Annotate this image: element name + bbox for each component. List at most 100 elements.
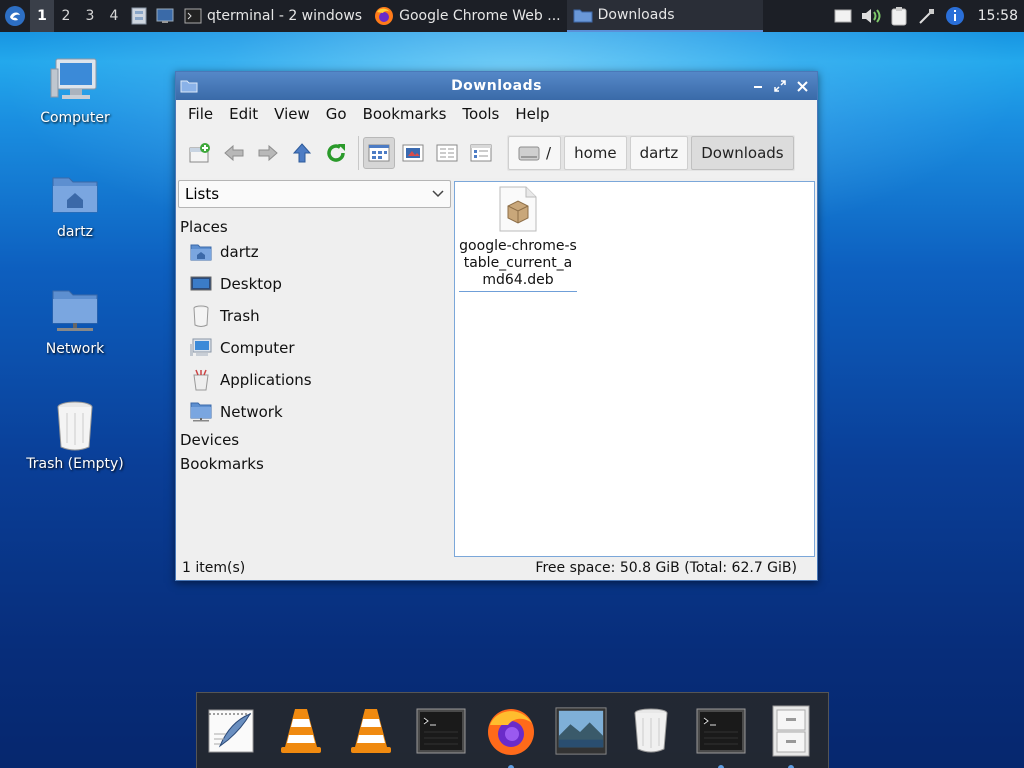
places-item-computer[interactable]: Computer [178,332,451,364]
reload-icon [327,144,345,162]
task-downloads[interactable]: Downloads [566,0,763,32]
back-button[interactable] [218,137,250,169]
clipboard-tray[interactable] [832,5,854,27]
devices-heading[interactable]: Devices [178,428,451,449]
home-folder-icon [190,244,212,261]
menu-go[interactable]: Go [318,105,355,123]
forward-button[interactable] [252,137,284,169]
breadcrumb-label: home [574,144,617,162]
breadcrumb-dartz[interactable]: dartz [629,136,689,170]
places-heading[interactable]: Places [178,208,451,236]
desktop-icon-computer[interactable]: Computer [20,54,130,126]
icon-view-icon [368,144,390,162]
minimize-button[interactable] [749,77,767,95]
forward-arrow-icon [258,144,278,162]
task-qterminal[interactable]: qterminal - 2 windows [178,0,368,32]
file-item[interactable]: google-chrome-stable_current_amd64.deb [459,186,577,292]
places-item-label: Desktop [220,275,282,293]
menu-tools[interactable]: Tools [454,105,507,123]
trash-icon [634,708,668,752]
desktop-icon [156,8,174,23]
places-item-applications[interactable]: Applications [178,364,451,396]
breadcrumb-root[interactable]: / [508,136,562,170]
side-pane-mode-value: Lists [185,185,220,203]
menu-file[interactable]: File [180,105,221,123]
breadcrumb-label: dartz [639,144,679,162]
dock-file-manager[interactable] [765,703,817,768]
dock-image-viewer[interactable] [555,703,607,759]
window-titlebar[interactable]: Downloads [176,72,817,100]
file-manager-window: Downloads File Edit View Go Bookmarks To… [175,71,818,581]
menu-help[interactable]: Help [507,105,557,123]
side-pane-mode-select[interactable]: Lists [178,180,451,208]
places-item-trash[interactable]: Trash [178,300,451,332]
reload-button[interactable] [320,137,352,169]
dock-terminal-1[interactable] [415,703,467,759]
menu-edit[interactable]: Edit [221,105,266,123]
terminal-icon [416,708,466,753]
desktop-icon-network[interactable]: Network [20,285,130,357]
close-button[interactable] [793,77,811,95]
item-count: 1 item(s) [182,560,246,576]
home-folder-icon [52,177,98,213]
dock-trash[interactable] [625,703,677,759]
bookmarks-heading[interactable]: Bookmarks [178,449,451,473]
network-plug-icon [918,9,934,24]
desktop-switch-1[interactable]: 1 [30,0,54,32]
dock-vlc-1[interactable] [275,703,327,759]
detailed-list-view-button[interactable] [465,137,497,169]
desktop-switch-4[interactable]: 4 [102,0,126,32]
computer-icon [190,338,212,356]
new-tab-icon [189,143,210,163]
desktop-icon-label: Computer [40,110,110,126]
desktop-switch-3[interactable]: 3 [78,0,102,32]
new-tab-button[interactable] [184,137,216,169]
breadcrumb-downloads[interactable]: Downloads [691,136,794,170]
desktop-switch-2[interactable]: 2 [54,0,78,32]
desktop-icon [190,276,212,291]
network-folder-icon [52,290,98,331]
file-view[interactable]: google-chrome-stable_current_amd64.deb [454,181,815,557]
clock[interactable]: 15:58 [978,8,1018,24]
breadcrumb: / home dartz Downloads [507,135,795,171]
task-chrome-web[interactable]: Google Chrome Web ... [368,0,567,32]
desktop-icon-label: Network [45,341,105,357]
file-manager-launcher[interactable] [126,0,152,32]
places-item-dartz[interactable]: dartz [178,236,451,268]
info-icon [945,7,964,25]
status-bar: 1 item(s) Free space: 50.8 GiB (Total: 6… [176,556,817,580]
compact-view-button[interactable] [431,137,463,169]
places-item-desktop[interactable]: Desktop [178,268,451,300]
breadcrumb-home[interactable]: home [564,136,627,170]
network-tray[interactable] [916,5,938,27]
places-item-network[interactable]: Network [178,396,451,428]
updates-tray[interactable] [944,5,966,27]
menu-view[interactable]: View [266,105,318,123]
up-button[interactable] [286,137,318,169]
folder-icon [573,9,593,23]
running-indicator [718,764,724,768]
dock-firefox[interactable] [485,703,537,768]
maximize-button[interactable] [771,77,789,95]
back-arrow-icon [224,144,244,162]
top-panel: 1 2 3 4 qterminal - 2 windows Google Chr… [0,0,1024,32]
show-desktop-button[interactable] [152,0,178,32]
desktop-icon-trash[interactable]: Trash (Empty) [20,400,130,472]
window-title: Downloads [451,78,542,94]
icon-view-button[interactable] [363,137,395,169]
app-menu-button[interactable] [0,0,30,32]
menu-bookmarks[interactable]: Bookmarks [355,105,455,123]
volume-tray[interactable] [860,5,882,27]
desktop-icon-dartz[interactable]: dartz [20,168,130,240]
dock-vlc-2[interactable] [345,703,397,759]
applications-icon [193,369,209,391]
clipboard-manager-tray[interactable] [888,5,910,27]
thumbnail-view-button[interactable] [397,137,429,169]
toolbar-separator [358,136,359,170]
clipboard-icon [891,7,907,26]
dock-text-editor[interactable] [205,703,257,759]
dock-terminal-2[interactable] [695,703,747,768]
places-item-label: dartz [220,243,259,261]
breadcrumb-label: / [546,144,552,162]
up-arrow-icon [292,143,312,163]
